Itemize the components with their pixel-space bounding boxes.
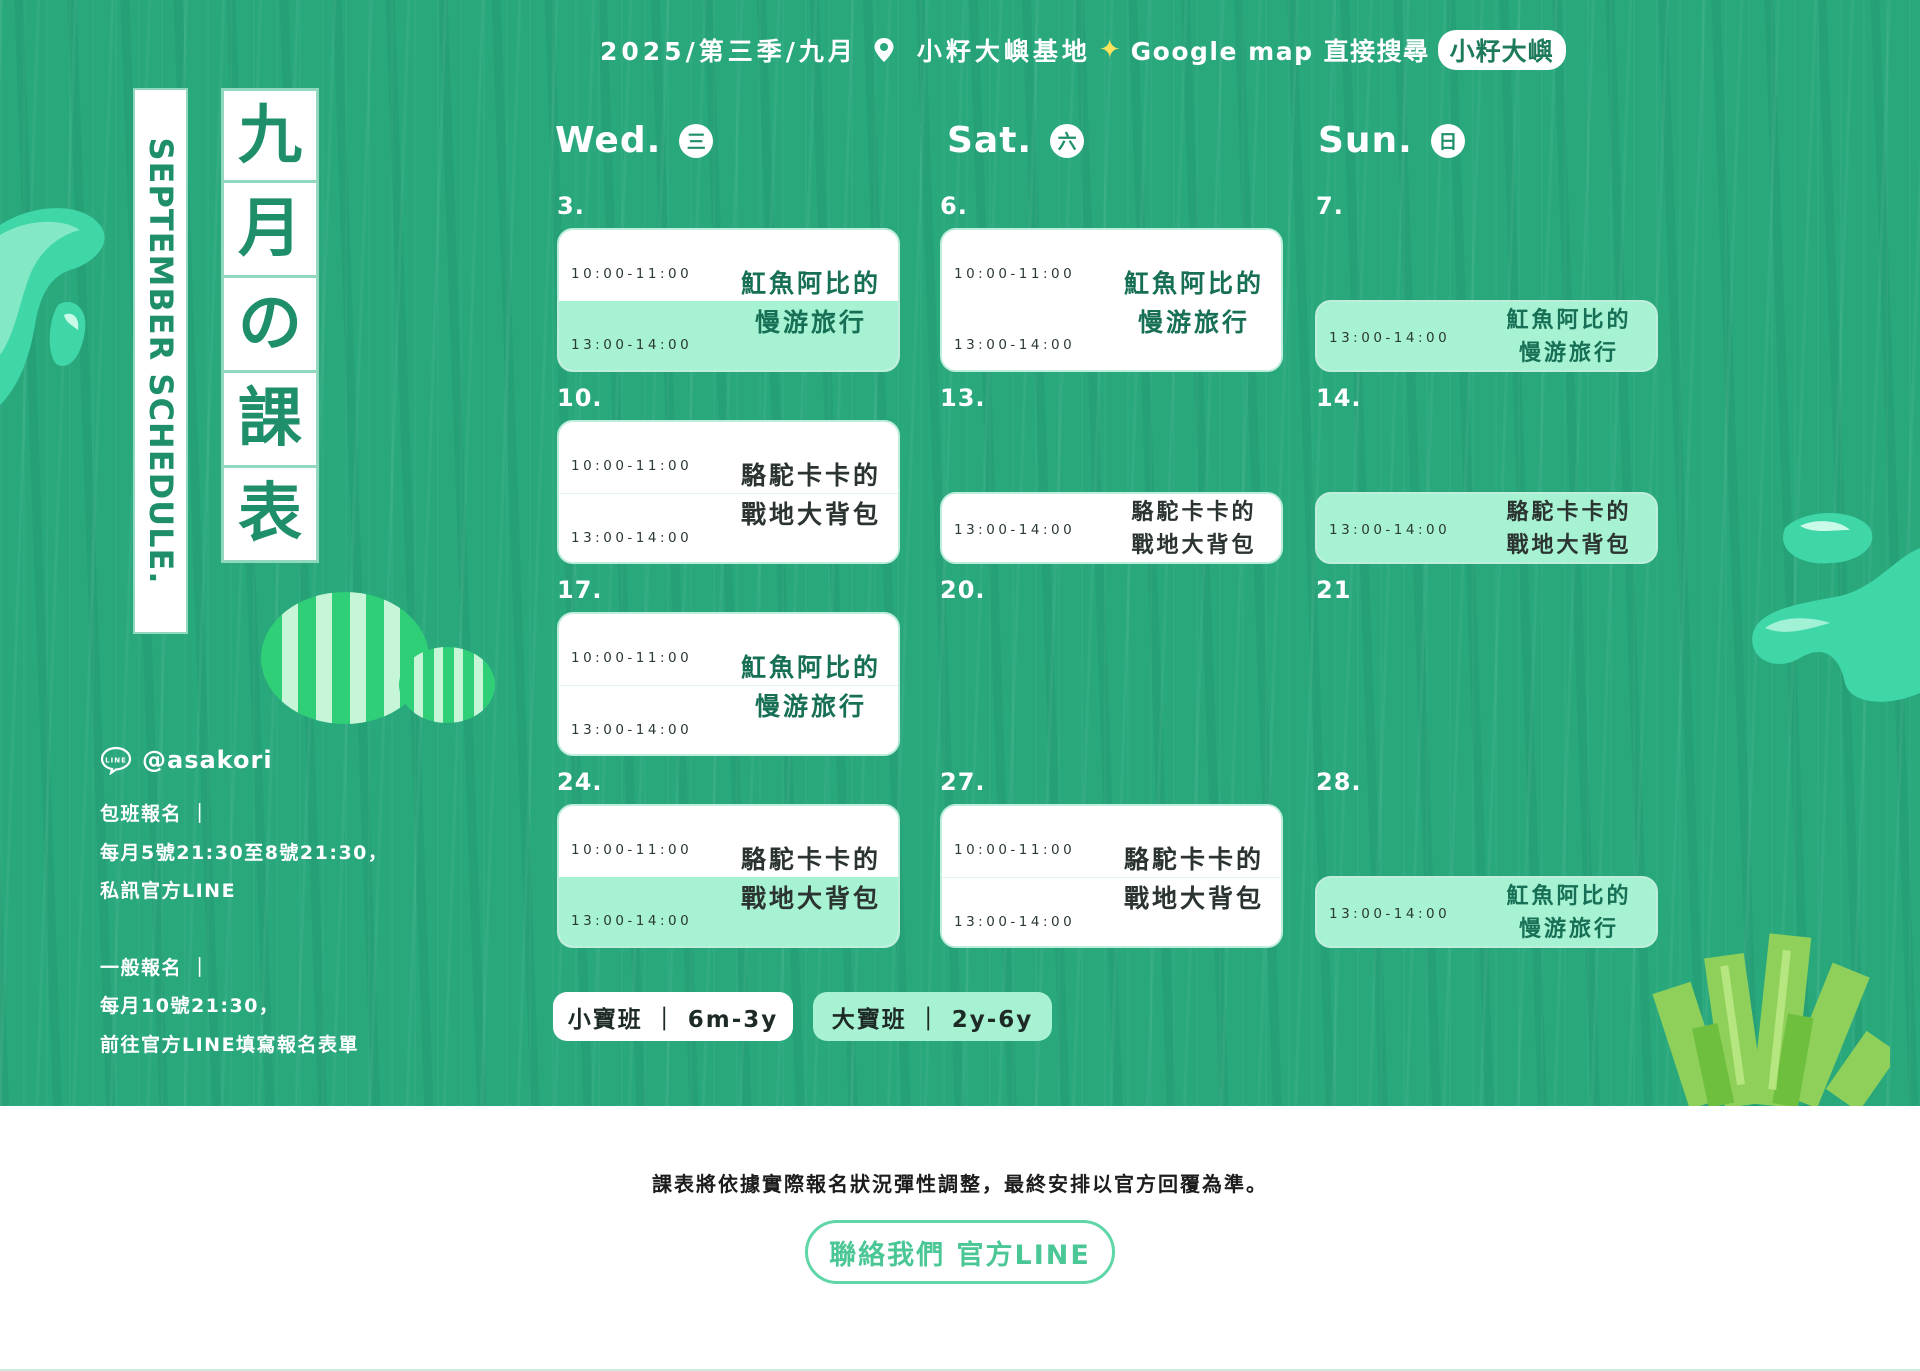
time-slot: 10:00-11:00 (571, 650, 693, 666)
date-season-text: 2025/第三季/九月 (600, 37, 857, 66)
slime-blob-left-decoration (0, 208, 105, 405)
course-card-sun-28[interactable]: 13:00-14:00 魟魚阿比的 慢游旅行 (1315, 876, 1658, 948)
time-slot: 10:00-11:00 (571, 842, 693, 858)
date-label: 13. (940, 384, 986, 412)
general-line1: 每月10號21:30， (100, 995, 280, 1017)
contact-line-button[interactable]: 聯絡我們 官方LINE (805, 1220, 1115, 1284)
course-title: 駱駝卡卡的 戰地大背包 (740, 845, 881, 913)
class-chip-big: 大寶班 ｜ 2y-6y (813, 992, 1052, 1041)
date-label: 27. (940, 768, 986, 796)
line-id-row: LINE @asakori (100, 745, 388, 775)
line-chat-icon: LINE (100, 746, 132, 775)
course-title: 駱駝卡卡的 戰地大背包 (1506, 500, 1632, 558)
date-label: 28. (1316, 768, 1362, 796)
course-card-wed-24[interactable]: 10:00-11:00 13:00-14:00 駱駝卡卡的 戰地大背包 (557, 804, 900, 948)
day-name: Sun. (1318, 120, 1413, 161)
course-card-sat-13[interactable]: 13:00-14:00 駱駝卡卡的 戰地大背包 (940, 492, 1283, 564)
time-slot: 13:00-14:00 (571, 913, 693, 929)
date-label: 3. (557, 192, 585, 220)
time-slot: 13:00-14:00 (1329, 330, 1451, 346)
schedule-disclaimer: 課表將依據實際報名狀況彈性調整，最終安排以官方回覆為準。 (652, 1172, 1268, 1196)
time-slot: 13:00-14:00 (571, 722, 693, 738)
package-line1: 每月5號21:30至8號21:30， (100, 841, 389, 864)
date-label: 24. (557, 768, 603, 796)
course-title: 魟魚阿比的 慢游旅行 (1123, 269, 1264, 337)
course-title: 駱駝卡卡的 戰地大背包 (740, 461, 881, 529)
course-card-wed-17[interactable]: 10:00-11:00 13:00-14:00 魟魚阿比的 慢游旅行 (557, 612, 900, 756)
day-header-sun: Sun. 日 (1318, 120, 1465, 161)
location-bar: 2025/第三季/九月 小籽大嶼基地 ✦ Google map 直接搜尋 小籽大… (600, 30, 1566, 70)
general-line2: 前往官方LINE填寫報名表單 (100, 1033, 360, 1056)
course-title: 魟魚阿比的 慢游旅行 (740, 269, 881, 337)
time-slot: 10:00-11:00 (571, 458, 693, 474)
course-title: 駱駝卡卡的 戰地大背包 (1123, 845, 1264, 913)
course-title: 魟魚阿比的 慢游旅行 (1506, 884, 1632, 942)
title-char: 九 (221, 88, 319, 183)
day-badge: 六 (1050, 123, 1085, 158)
search-term-pill: 小籽大嶼 (1437, 30, 1566, 70)
time-slot: 10:00-11:00 (571, 266, 693, 282)
course-card-wed-10[interactable]: 10:00-11:00 13:00-14:00 駱駝卡卡的 戰地大背包 (557, 420, 900, 564)
svg-text:LINE: LINE (105, 757, 127, 765)
title-char: 課 (221, 373, 319, 468)
general-title: 一般報名 ｜ (100, 956, 211, 979)
date-label: 7. (1316, 192, 1344, 220)
course-card-sun-7[interactable]: 13:00-14:00 魟魚阿比的 慢游旅行 (1315, 300, 1658, 372)
day-header-wed: Wed. 三 (555, 120, 714, 161)
time-slot: 10:00-11:00 (954, 266, 1076, 282)
search-hint-text: Google map 直接搜尋 (1130, 37, 1430, 66)
course-title: 魟魚阿比的 慢游旅行 (740, 653, 881, 721)
course-card-sun-14[interactable]: 13:00-14:00 駱駝卡卡的 戰地大背包 (1315, 492, 1658, 564)
title-char: の (221, 278, 319, 373)
day-badge: 三 (679, 123, 714, 158)
date-label: 21 (1316, 576, 1352, 604)
course-card-sat-6[interactable]: 10:00-11:00 13:00-14:00 魟魚阿比的 慢游旅行 (940, 228, 1283, 372)
date-label: 20. (940, 576, 986, 604)
schedule-poster: 2025/第三季/九月 小籽大嶼基地 ✦ Google map 直接搜尋 小籽大… (0, 0, 1920, 1106)
location-text: 小籽大嶼基地 (916, 37, 1091, 66)
green-seaweed-decoration (1652, 933, 1890, 1106)
chinese-title-column: 九 月 の 課 表 (221, 88, 319, 563)
english-title: SEPTEMBER SCHEDULE. (141, 137, 180, 585)
course-card-wed-3[interactable]: 10:00-11:00 13:00-14:00 魟魚阿比的 慢游旅行 (557, 228, 900, 372)
class-chip-small: 小寶班 ｜ 6m-3y (553, 992, 793, 1041)
time-slot: 13:00-14:00 (954, 522, 1076, 538)
title-char: 月 (221, 183, 319, 278)
date-label: 17. (557, 576, 603, 604)
day-header-sat: Sat. 六 (947, 120, 1085, 161)
time-slot: 13:00-14:00 (954, 337, 1076, 353)
course-card-sat-27[interactable]: 10:00-11:00 13:00-14:00 駱駝卡卡的 戰地大背包 (940, 804, 1283, 948)
slime-blob-right-decoration (1752, 513, 1920, 702)
english-title-banner: SEPTEMBER SCHEDULE. (133, 88, 188, 634)
line-id: @asakori (142, 746, 273, 774)
registration-info: LINE @asakori 包班報名 ｜ 每月5號21:30至8號21:30， … (100, 745, 388, 1064)
package-title: 包班報名 ｜ (100, 803, 211, 825)
day-name: Wed. (555, 120, 662, 161)
sparkle-icon: ✦ (1098, 35, 1121, 65)
time-slot: 10:00-11:00 (954, 842, 1076, 858)
day-name: Sat. (947, 120, 1033, 161)
course-title: 魟魚阿比的 慢游旅行 (1506, 308, 1632, 366)
title-char: 表 (221, 468, 319, 563)
package-line2: 私訊官方LINE (100, 880, 237, 902)
date-label: 6. (940, 192, 968, 220)
time-slot: 13:00-14:00 (1329, 522, 1451, 538)
striped-stone-small-decoration (399, 647, 495, 723)
day-badge: 日 (1430, 123, 1465, 158)
time-slot: 13:00-14:00 (954, 914, 1076, 930)
time-slot: 13:00-14:00 (571, 337, 693, 353)
time-slot: 13:00-14:00 (1329, 906, 1451, 922)
course-title: 駱駝卡卡的 戰地大背包 (1131, 500, 1257, 558)
date-label: 10. (557, 384, 603, 412)
time-slot: 13:00-14:00 (571, 530, 693, 546)
date-label: 14. (1316, 384, 1362, 412)
map-pin-icon (874, 38, 894, 62)
